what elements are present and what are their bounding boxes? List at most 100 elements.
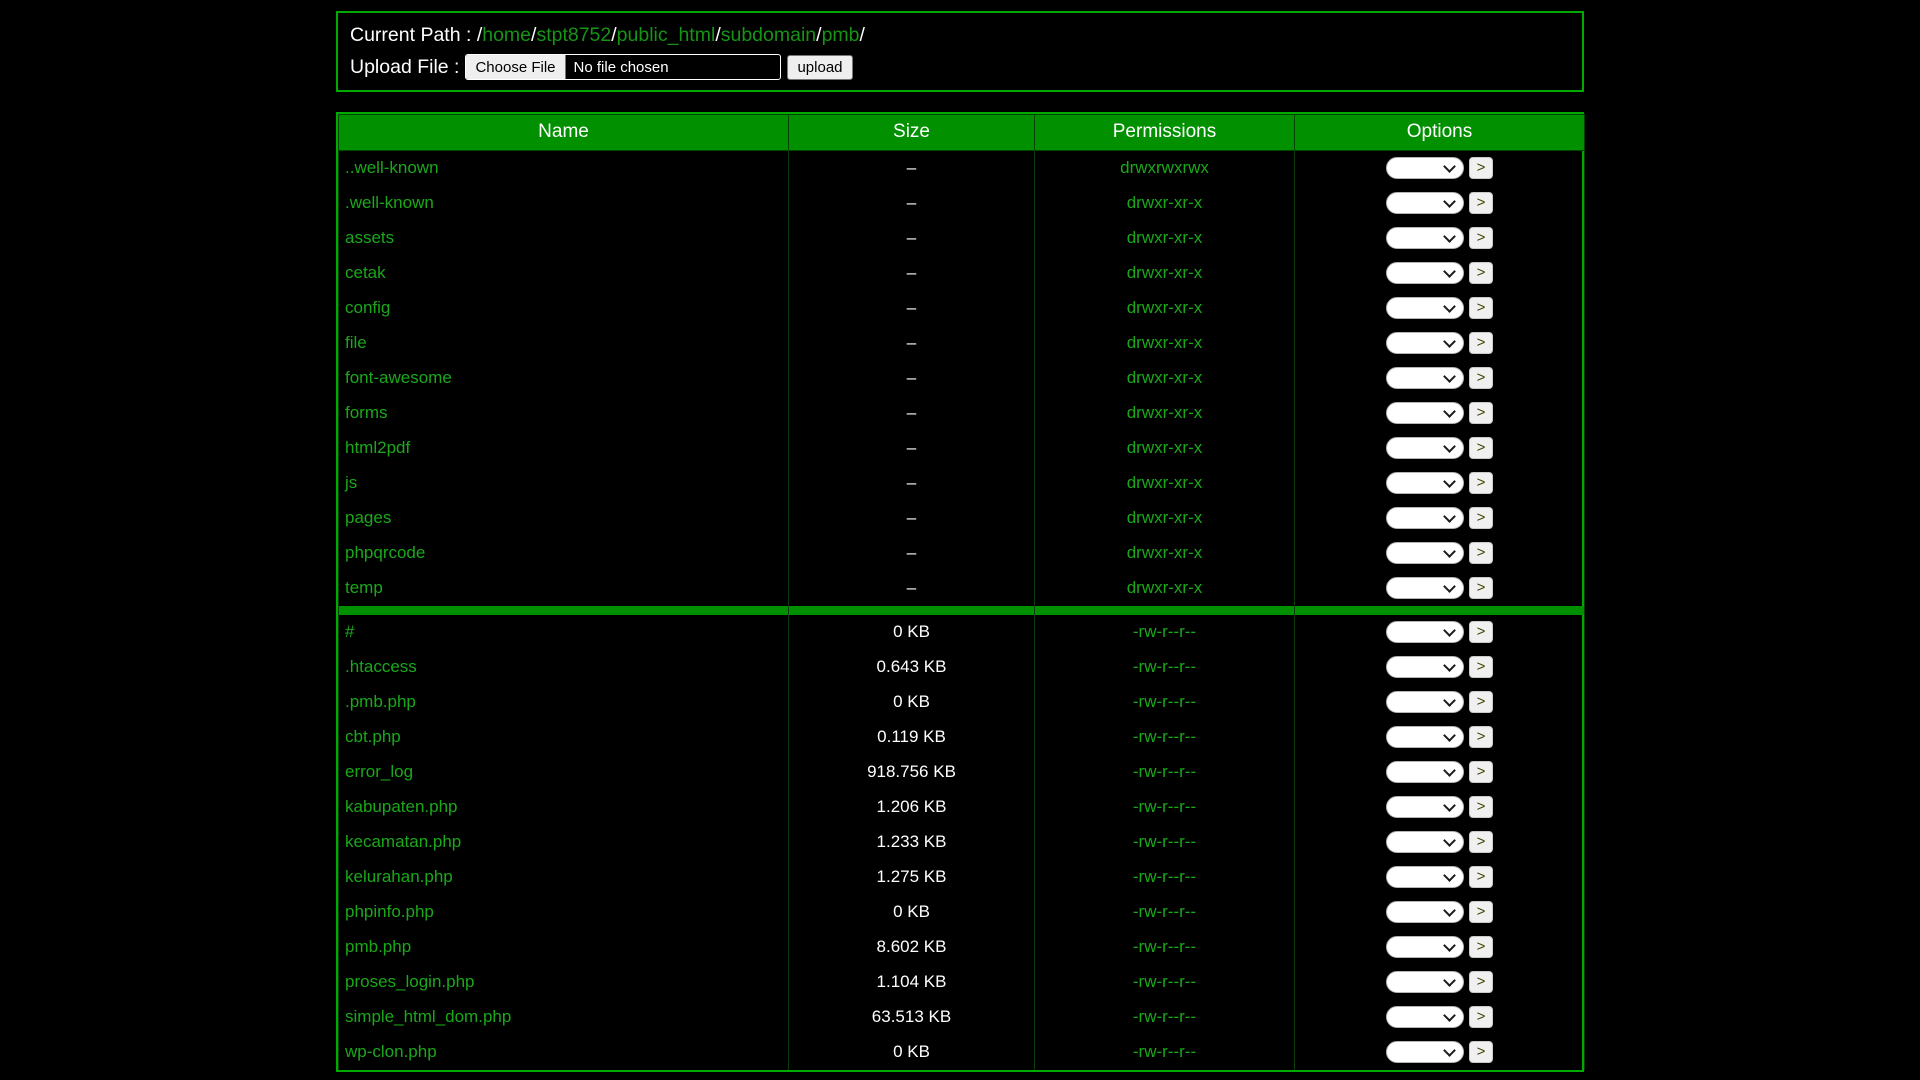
permissions-cell[interactable]: -rw-r--r-- — [1034, 684, 1295, 720]
directory-link[interactable]: ..well-known — [345, 158, 439, 177]
options-select[interactable] — [1386, 227, 1464, 249]
options-go-button[interactable]: > — [1469, 621, 1493, 643]
options-go-button[interactable]: > — [1469, 577, 1493, 599]
options-go-button[interactable]: > — [1469, 831, 1493, 853]
permissions-cell[interactable]: drwxr-xr-x — [1034, 570, 1295, 606]
permissions-cell[interactable]: drwxr-xr-x — [1034, 535, 1295, 571]
permissions-cell[interactable]: -rw-r--r-- — [1034, 754, 1295, 790]
options-go-button[interactable]: > — [1469, 691, 1493, 713]
permissions-cell[interactable]: drwxr-xr-x — [1034, 220, 1295, 256]
options-select[interactable] — [1386, 332, 1464, 354]
current-path-value[interactable]: /home/stpt8752/public_html/subdomain/pmb… — [477, 24, 865, 46]
file-input-control[interactable]: Choose File No file chosen — [465, 54, 782, 80]
options-select[interactable] — [1386, 542, 1464, 564]
permissions-cell[interactable]: -rw-r--r-- — [1034, 649, 1295, 685]
options-select[interactable] — [1386, 936, 1464, 958]
options-go-button[interactable]: > — [1469, 761, 1493, 783]
options-select[interactable] — [1386, 971, 1464, 993]
file-link[interactable]: error_log — [345, 762, 413, 781]
directory-link[interactable]: cetak — [345, 263, 386, 282]
permissions-cell[interactable]: drwxrwxrwx — [1034, 150, 1295, 186]
upload-button[interactable]: upload — [787, 54, 853, 80]
permissions-cell[interactable]: drwxr-xr-x — [1034, 465, 1295, 501]
directory-link[interactable]: assets — [345, 228, 394, 247]
directory-link[interactable]: phpqrcode — [345, 543, 425, 562]
options-select[interactable] — [1386, 656, 1464, 678]
options-select[interactable] — [1386, 472, 1464, 494]
options-select[interactable] — [1386, 577, 1464, 599]
options-select[interactable] — [1386, 866, 1464, 888]
directory-link[interactable]: config — [345, 298, 390, 317]
column-header-options[interactable]: Options — [1294, 114, 1585, 151]
options-select[interactable] — [1386, 402, 1464, 424]
directory-link[interactable]: js — [345, 473, 357, 492]
options-select[interactable] — [1386, 726, 1464, 748]
permissions-cell[interactable]: drwxr-xr-x — [1034, 360, 1295, 396]
options-go-button[interactable]: > — [1469, 1006, 1493, 1028]
options-go-button[interactable]: > — [1469, 472, 1493, 494]
options-select[interactable] — [1386, 262, 1464, 284]
path-segment[interactable]: public_html — [617, 24, 716, 46]
options-go-button[interactable]: > — [1469, 901, 1493, 923]
path-segment[interactable]: subdomain — [721, 24, 816, 46]
directory-link[interactable]: font-awesome — [345, 368, 452, 387]
options-go-button[interactable]: > — [1469, 542, 1493, 564]
permissions-cell[interactable]: -rw-r--r-- — [1034, 894, 1295, 930]
directory-link[interactable]: file — [345, 333, 367, 352]
file-link[interactable]: proses_login.php — [345, 972, 474, 991]
options-go-button[interactable]: > — [1469, 507, 1493, 529]
file-link[interactable]: .pmb.php — [345, 692, 416, 711]
options-select[interactable] — [1386, 297, 1464, 319]
permissions-cell[interactable]: -rw-r--r-- — [1034, 614, 1295, 650]
options-go-button[interactable]: > — [1469, 796, 1493, 818]
permissions-cell[interactable]: drwxr-xr-x — [1034, 430, 1295, 466]
file-link[interactable]: .htaccess — [345, 657, 417, 676]
options-select[interactable] — [1386, 157, 1464, 180]
path-segment[interactable]: stpt8752 — [536, 24, 611, 46]
options-go-button[interactable]: > — [1469, 971, 1493, 993]
options-go-button[interactable]: > — [1469, 157, 1493, 180]
permissions-cell[interactable]: drwxr-xr-x — [1034, 395, 1295, 431]
options-go-button[interactable]: > — [1469, 1041, 1493, 1063]
file-link[interactable]: kecamatan.php — [345, 832, 461, 851]
file-link[interactable]: phpinfo.php — [345, 902, 434, 921]
options-select[interactable] — [1386, 507, 1464, 529]
options-select[interactable] — [1386, 691, 1464, 713]
options-go-button[interactable]: > — [1469, 866, 1493, 888]
options-select[interactable] — [1386, 1041, 1464, 1063]
options-select[interactable] — [1386, 761, 1464, 783]
permissions-cell[interactable]: -rw-r--r-- — [1034, 964, 1295, 1000]
file-link[interactable]: pmb.php — [345, 937, 411, 956]
options-select[interactable] — [1386, 831, 1464, 853]
permissions-cell[interactable]: drwxr-xr-x — [1034, 325, 1295, 361]
directory-link[interactable]: html2pdf — [345, 438, 410, 457]
options-go-button[interactable]: > — [1469, 367, 1493, 389]
options-go-button[interactable]: > — [1469, 332, 1493, 354]
directory-link[interactable]: .well-known — [345, 193, 434, 212]
options-go-button[interactable]: > — [1469, 227, 1493, 249]
options-go-button[interactable]: > — [1469, 262, 1493, 284]
path-segment[interactable]: pmb — [822, 24, 860, 46]
options-go-button[interactable]: > — [1469, 402, 1493, 424]
options-select[interactable] — [1386, 901, 1464, 923]
file-link[interactable]: simple_html_dom.php — [345, 1007, 511, 1026]
permissions-cell[interactable]: -rw-r--r-- — [1034, 999, 1295, 1035]
permissions-cell[interactable]: -rw-r--r-- — [1034, 824, 1295, 860]
options-go-button[interactable]: > — [1469, 726, 1493, 748]
permissions-cell[interactable]: -rw-r--r-- — [1034, 929, 1295, 965]
directory-link[interactable]: forms — [345, 403, 388, 422]
options-go-button[interactable]: > — [1469, 297, 1493, 319]
permissions-cell[interactable]: -rw-r--r-- — [1034, 1034, 1295, 1070]
choose-file-button[interactable]: Choose File — [466, 55, 566, 79]
options-go-button[interactable]: > — [1469, 656, 1493, 678]
options-select[interactable] — [1386, 1006, 1464, 1028]
permissions-cell[interactable]: drwxr-xr-x — [1034, 185, 1295, 221]
column-header-permissions[interactable]: Permissions — [1034, 114, 1295, 151]
column-header-size[interactable]: Size — [788, 114, 1035, 151]
options-select[interactable] — [1386, 796, 1464, 818]
options-select[interactable] — [1386, 192, 1464, 214]
file-link[interactable]: cbt.php — [345, 727, 401, 746]
permissions-cell[interactable]: -rw-r--r-- — [1034, 789, 1295, 825]
permissions-cell[interactable]: drwxr-xr-x — [1034, 255, 1295, 291]
permissions-cell[interactable]: drwxr-xr-x — [1034, 290, 1295, 326]
